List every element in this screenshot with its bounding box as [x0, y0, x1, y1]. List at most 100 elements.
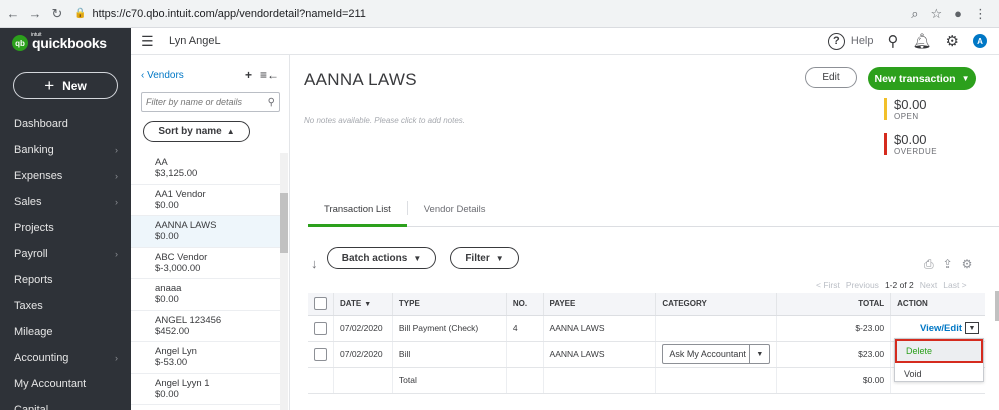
vendor-balance: $0.00	[155, 231, 179, 242]
tab-transaction-list[interactable]: Transaction List	[308, 201, 407, 227]
row-checkbox[interactable]	[314, 321, 327, 335]
zoom-icon[interactable]: ⌕	[911, 6, 918, 22]
view-edit-link[interactable]: View/Edit	[920, 323, 962, 334]
nav-item-banking[interactable]: Banking ›	[0, 137, 131, 163]
profile-icon[interactable]: ●	[954, 6, 962, 21]
nav-item-dashboard[interactable]: Dashboard	[0, 111, 131, 137]
list-item[interactable]: Angel Lyn $-53.00	[131, 342, 280, 374]
help-link[interactable]: Help	[851, 35, 874, 47]
vendor-balance: $0.00	[155, 199, 179, 211]
nav-item-payroll[interactable]: Payroll ›	[0, 241, 131, 267]
chevron-right-icon: ›	[115, 249, 118, 259]
new-button[interactable]: + New	[13, 72, 118, 99]
vendor-balance: $452.00	[155, 325, 190, 337]
nav-item-expenses[interactable]: Expenses ›	[0, 163, 131, 189]
nav-item-accounting[interactable]: Accounting ›	[0, 345, 131, 371]
export-icon[interactable]: ⇪	[943, 257, 953, 272]
batch-actions-button[interactable]: Batch actions ▼	[327, 247, 436, 269]
collapse-list-icon[interactable]: ≡←	[260, 68, 279, 82]
nav-item-mileage[interactable]: Mileage	[0, 319, 131, 345]
col-category[interactable]: CATEGORY	[655, 293, 778, 316]
select-all-checkbox[interactable]	[314, 297, 327, 311]
chevron-right-icon: ›	[115, 145, 118, 155]
vendors-back-link[interactable]: ‹ Vendors	[141, 70, 184, 81]
vendor-name: ABC Vendor	[155, 251, 208, 263]
vendor-detail: AANNA LAWS Edit New transaction ▼ No not…	[290, 55, 999, 410]
list-item[interactable]: ABC Vendor $-3,000.00	[131, 248, 280, 279]
col-payee[interactable]: PAYEE	[543, 293, 657, 316]
row-checkbox[interactable]	[314, 347, 327, 361]
search-icon[interactable]: ⚲	[888, 32, 899, 50]
col-total[interactable]: TOTAL	[776, 293, 892, 316]
vendor-name: AANNA LAWS	[155, 220, 217, 231]
pager-previous[interactable]: Previous	[846, 280, 879, 290]
category-select[interactable]: Ask My Accountant ▼	[662, 344, 771, 364]
bell-icon[interactable]: 🔔︎	[913, 32, 932, 50]
total-row: Total $0.00	[308, 367, 985, 394]
chevron-down-icon: ▼	[495, 253, 504, 263]
chevron-down-icon: ▼	[749, 345, 769, 363]
star-icon[interactable]: ☆	[930, 6, 942, 22]
pager-next[interactable]: Next	[920, 280, 937, 290]
chevron-right-icon: ›	[115, 353, 118, 363]
vendor-list-scrollbar[interactable]	[280, 153, 288, 410]
edit-button[interactable]: Edit	[805, 67, 857, 88]
list-item[interactable]: AA1 Vendor $0.00	[131, 185, 280, 216]
col-date[interactable]: DATE ▼	[333, 293, 393, 316]
action-dropdown-menu: Delete Void	[894, 338, 984, 382]
add-vendor-icon[interactable]: +	[245, 68, 252, 82]
col-no[interactable]: NO.	[506, 293, 544, 316]
action-dropdown-button[interactable]: ▼	[965, 322, 979, 334]
hamburger-menu-icon[interactable]: ☰	[141, 33, 157, 50]
list-item[interactable]: AANNA LAWS $0.00	[131, 216, 280, 248]
nav-item-projects[interactable]: Projects	[0, 215, 131, 241]
gear-icon[interactable]: ⚙	[946, 32, 959, 50]
reload-icon[interactable]: ↻	[48, 6, 66, 22]
vendor-balance: $0.00	[155, 388, 179, 400]
tab-vendor-details[interactable]: Vendor Details	[408, 201, 502, 227]
page-scrollbar[interactable]	[995, 291, 999, 321]
print-icon[interactable]: ⎙	[924, 257, 934, 272]
vendor-name: anaaa	[155, 283, 182, 294]
vendor-title: AANNA LAWS	[304, 70, 417, 89]
notes-placeholder[interactable]: No notes available. Please click to add …	[304, 116, 465, 125]
nav-item-sales[interactable]: Sales ›	[0, 189, 131, 215]
sort-arrow-icon[interactable]: ↓	[311, 256, 318, 271]
address-bar[interactable]: 🔒 https://c70.qbo.intuit.com/app/vendord…	[74, 8, 911, 20]
vendor-filter-input[interactable]	[146, 97, 261, 107]
quickbooks-logo[interactable]: qb intuit quickbooks	[0, 28, 131, 58]
new-transaction-button[interactable]: New transaction ▼	[868, 67, 976, 90]
table-row[interactable]: 07/02/2020 Bill Payment (Check) 4 AANNA …	[308, 315, 985, 342]
vendor-filter-field[interactable]: ⚲	[141, 92, 280, 112]
vendor-name: AA1 Vendor	[155, 188, 206, 200]
delete-menu-item[interactable]: Delete	[895, 339, 983, 363]
back-arrow-icon[interactable]: ←	[4, 6, 22, 21]
nav-item-taxes[interactable]: Taxes	[0, 293, 131, 319]
overdue-balance: $0.00 OVERDUE	[884, 133, 937, 156]
col-type[interactable]: TYPE	[392, 293, 507, 316]
help-icon[interactable]: ?	[827, 32, 845, 50]
pager-first[interactable]: < First	[816, 280, 840, 290]
vendor-name: ANGEL 123456	[155, 314, 222, 326]
filter-button[interactable]: Filter ▼	[450, 247, 519, 269]
pagination: < First Previous 1-2 of 2 Next Last >	[816, 280, 967, 290]
gear-icon[interactable]: ⚙	[962, 257, 973, 272]
nav-item-reports[interactable]: Reports	[0, 267, 131, 293]
menu-dots-icon[interactable]: ⋮	[974, 6, 987, 22]
search-icon: ⚲	[267, 96, 275, 108]
qb-logo-icon: qb	[12, 35, 28, 51]
forward-arrow-icon[interactable]: →	[26, 6, 44, 21]
vendor-list-panel: ‹ Vendors + ≡← ⚲ Sort by name ▲ AA$3,125…	[131, 55, 290, 410]
list-item[interactable]: ANGEL 123456 $452.00	[131, 311, 280, 342]
vendor-balance: $3,125.00	[155, 168, 198, 179]
void-menu-item[interactable]: Void	[895, 363, 983, 385]
nav-item-my-accountant[interactable]: My Accountant	[0, 371, 131, 397]
list-item[interactable]: Angel Lyyn 1 $0.00	[131, 374, 280, 405]
list-item[interactable]: AA $3,125.00	[131, 153, 280, 185]
list-item[interactable]: anaaa $0.00	[131, 279, 280, 311]
sort-by-name-button[interactable]: Sort by name ▲	[143, 121, 250, 142]
pager-last[interactable]: Last >	[943, 280, 966, 290]
avatar[interactable]: A	[973, 34, 987, 48]
nav-item-capital[interactable]: Capital	[0, 397, 131, 410]
table-row[interactable]: 07/02/2020 Bill AANNA LAWS Ask My Accoun…	[308, 341, 985, 368]
